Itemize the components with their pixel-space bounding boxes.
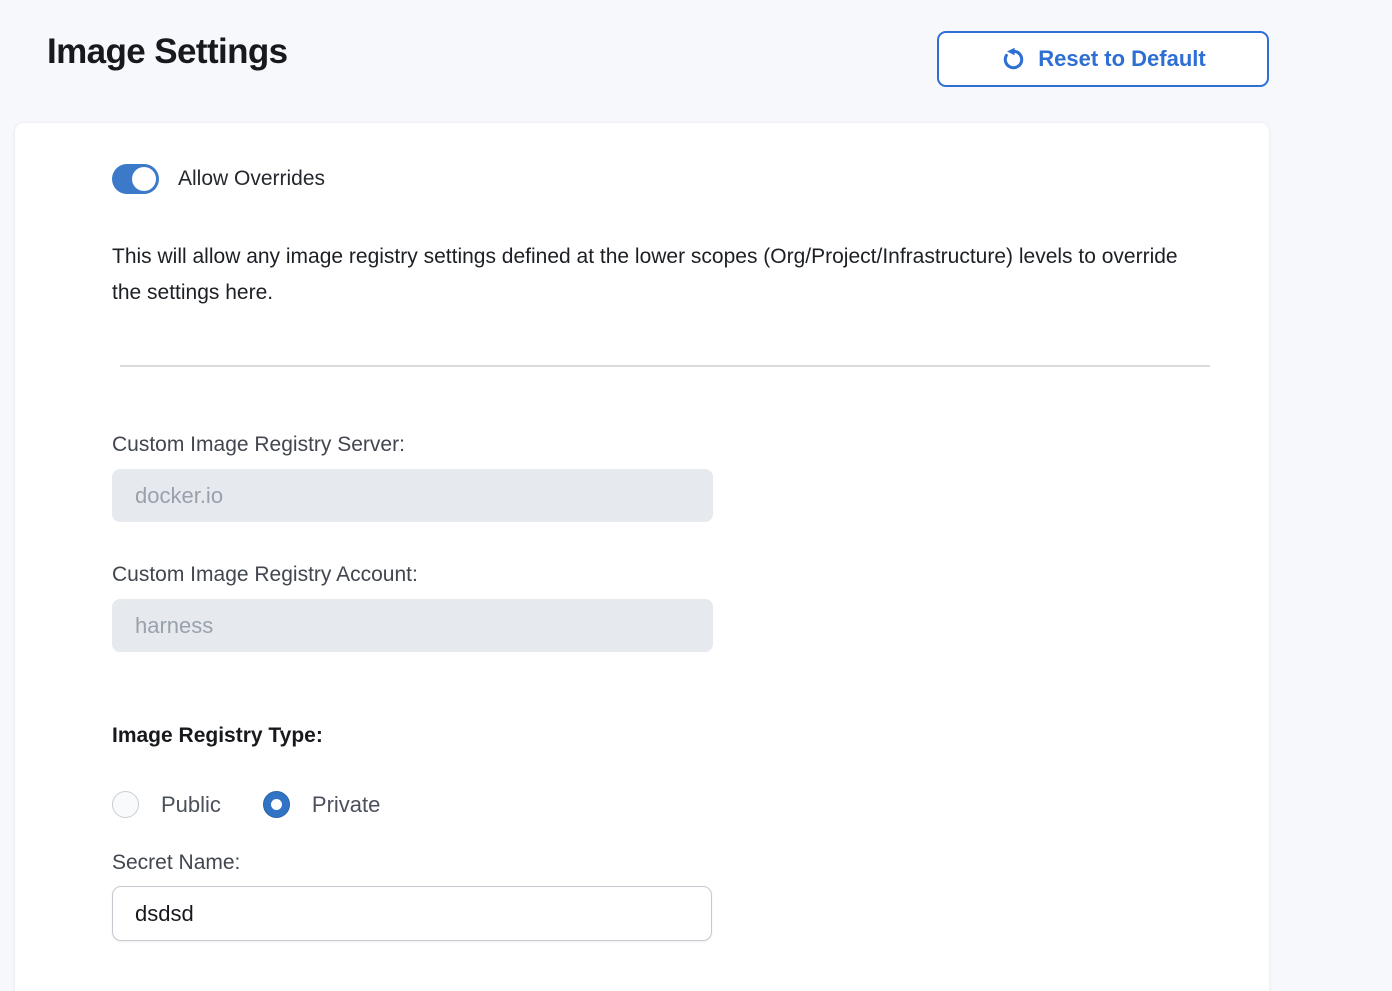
section-divider xyxy=(120,365,1210,367)
radio-option-public[interactable]: Public xyxy=(112,791,221,818)
page-title: Image Settings xyxy=(47,32,288,72)
radio-public-icon[interactable] xyxy=(112,791,139,818)
reset-icon xyxy=(1000,46,1027,73)
allow-overrides-toggle[interactable] xyxy=(112,164,159,194)
allow-overrides-row: Allow Overrides xyxy=(112,164,1210,194)
secret-name-label: Secret Name: xyxy=(112,851,1210,875)
radio-public-label: Public xyxy=(161,792,221,818)
registry-server-input[interactable] xyxy=(112,469,713,522)
reset-to-default-button[interactable]: Reset to Default xyxy=(937,31,1269,87)
image-settings-card: Allow Overrides This will allow any imag… xyxy=(14,122,1270,991)
reset-button-label: Reset to Default xyxy=(1038,46,1205,72)
page-header: Image Settings Reset to Default xyxy=(0,0,1392,122)
radio-option-private[interactable]: Private xyxy=(263,791,380,818)
registry-account-input[interactable] xyxy=(112,599,713,652)
registry-type-radio-group: Public Private xyxy=(112,791,1210,818)
registry-server-label: Custom Image Registry Server: xyxy=(112,433,1210,457)
secret-name-input[interactable] xyxy=(112,886,712,941)
radio-private-icon[interactable] xyxy=(263,791,290,818)
registry-type-label: Image Registry Type: xyxy=(112,724,1210,748)
toggle-knob-icon xyxy=(132,167,156,191)
overrides-description: This will allow any image registry setti… xyxy=(112,239,1210,311)
registry-account-label: Custom Image Registry Account: xyxy=(112,563,1210,587)
allow-overrides-label: Allow Overrides xyxy=(178,167,325,191)
radio-private-label: Private xyxy=(312,792,380,818)
